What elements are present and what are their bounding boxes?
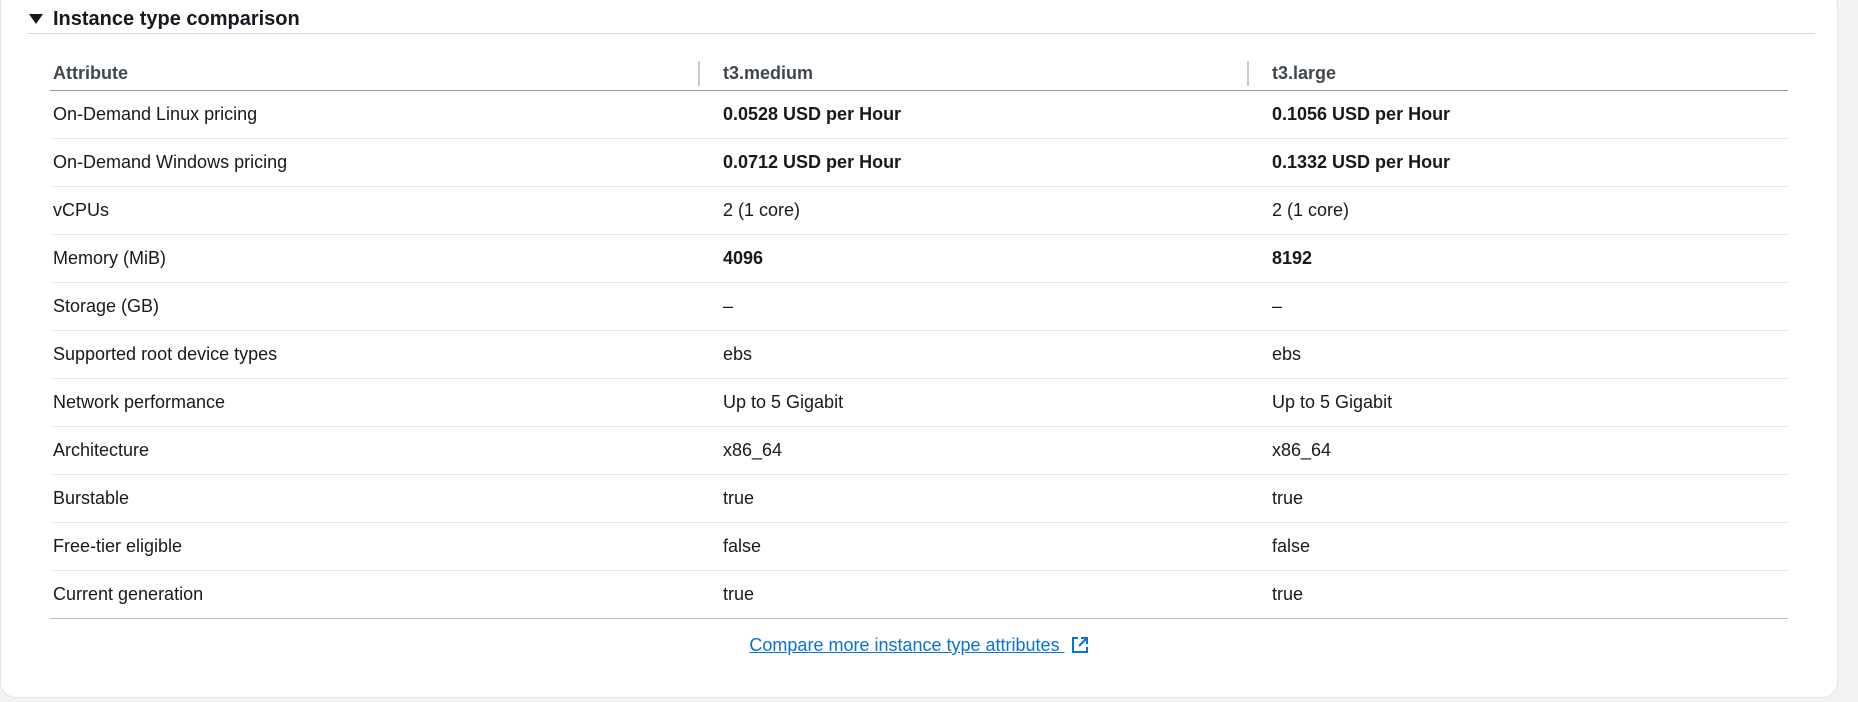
attribute-cell: Architecture	[50, 426, 698, 475]
compare-more-link-label: Compare more instance type attributes	[749, 635, 1065, 655]
column-header-label: t3.large	[1272, 63, 1337, 83]
t3-medium-value-cell: –	[698, 282, 1247, 331]
table-row: Free-tier eligible false false	[50, 522, 1788, 571]
attribute-cell: Burstable	[50, 474, 698, 523]
column-header-label: t3.medium	[723, 63, 814, 83]
footer: Compare more instance type attributes	[0, 635, 1838, 656]
table-row: vCPUs 2 (1 core) 2 (1 core)	[50, 186, 1788, 235]
expandable-section-header[interactable]: Instance type comparison	[27, 0, 1815, 34]
column-header-label: Attribute	[53, 63, 128, 83]
table-row: On-Demand Linux pricing 0.0528 USD per Ho…	[50, 90, 1788, 139]
t3-medium-value-cell: 2 (1 core)	[698, 186, 1247, 235]
t3-medium-value-cell: false	[698, 522, 1247, 571]
t3-large-value-cell: false	[1247, 522, 1788, 571]
comparison-table: Attribute t3.medium t3.large On-Demand L…	[50, 57, 1788, 619]
t3-large-value-cell: Up to 5 Gigabit	[1247, 378, 1788, 427]
t3-medium-value-cell: ebs	[698, 330, 1247, 379]
t3-large-value-cell: true	[1247, 474, 1788, 523]
column-header-t3-large: t3.large	[1247, 57, 1788, 91]
attribute-cell: vCPUs	[50, 186, 698, 235]
t3-large-value-cell: true	[1247, 570, 1788, 619]
attribute-cell: Storage (GB)	[50, 282, 698, 331]
t3-medium-value-cell: true	[698, 474, 1247, 523]
attribute-cell: Memory (MiB)	[50, 234, 698, 283]
attribute-cell: On-Demand Linux pricing	[50, 90, 698, 139]
attribute-cell: Network performance	[50, 378, 698, 427]
column-header-attribute: Attribute	[50, 57, 698, 91]
column-header-t3-medium: t3.medium	[698, 57, 1247, 91]
t3-medium-value-cell: 0.0712 USD per Hour	[698, 138, 1247, 187]
table-row: Burstable true true	[50, 474, 1788, 523]
t3-large-value-cell: 8192	[1247, 234, 1788, 283]
t3-medium-value-cell: true	[698, 570, 1247, 619]
t3-large-value-cell: 0.1332 USD per Hour	[1247, 138, 1788, 187]
table-row: Supported root device types ebs ebs	[50, 330, 1788, 379]
column-divider[interactable]	[1247, 61, 1249, 86]
t3-large-value-cell: 0.1056 USD per Hour	[1247, 90, 1788, 139]
t3-medium-value-cell: 0.0528 USD per Hour	[698, 90, 1247, 139]
attribute-cell: Supported root device types	[50, 330, 698, 379]
t3-medium-value-cell: 4096	[698, 234, 1247, 283]
t3-medium-value-cell: Up to 5 Gigabit	[698, 378, 1247, 427]
compare-more-link[interactable]: Compare more instance type attributes	[749, 635, 1088, 655]
table-row: Memory (MiB) 4096 8192	[50, 234, 1788, 283]
table-row: Architecture x86_64 x86_64	[50, 426, 1788, 475]
table-header-row: Attribute t3.medium t3.large	[50, 57, 1788, 91]
column-divider[interactable]	[698, 61, 700, 86]
t3-large-value-cell: ebs	[1247, 330, 1788, 379]
table-row: On-Demand Windows pricing 0.0712 USD per …	[50, 138, 1788, 187]
attribute-cell: On-Demand Windows pricing	[50, 138, 698, 187]
t3-large-value-cell: 2 (1 core)	[1247, 186, 1788, 235]
external-link-icon	[1071, 637, 1088, 653]
t3-large-value-cell: –	[1247, 282, 1788, 331]
table-row: Current generation true true	[50, 570, 1788, 619]
table-body: On-Demand Linux pricing 0.0528 USD per Ho…	[50, 90, 1788, 619]
attribute-cell: Current generation	[50, 570, 698, 619]
attribute-cell: Free-tier eligible	[50, 522, 698, 571]
t3-medium-value-cell: x86_64	[698, 426, 1247, 475]
section-title[interactable]: Instance type comparison	[53, 8, 300, 31]
caret-down-icon[interactable]	[29, 14, 43, 24]
table-row: Network performance Up to 5 Gigabit Up to …	[50, 378, 1788, 427]
t3-large-value-cell: x86_64	[1247, 426, 1788, 475]
table-row: Storage (GB) – –	[50, 282, 1788, 331]
